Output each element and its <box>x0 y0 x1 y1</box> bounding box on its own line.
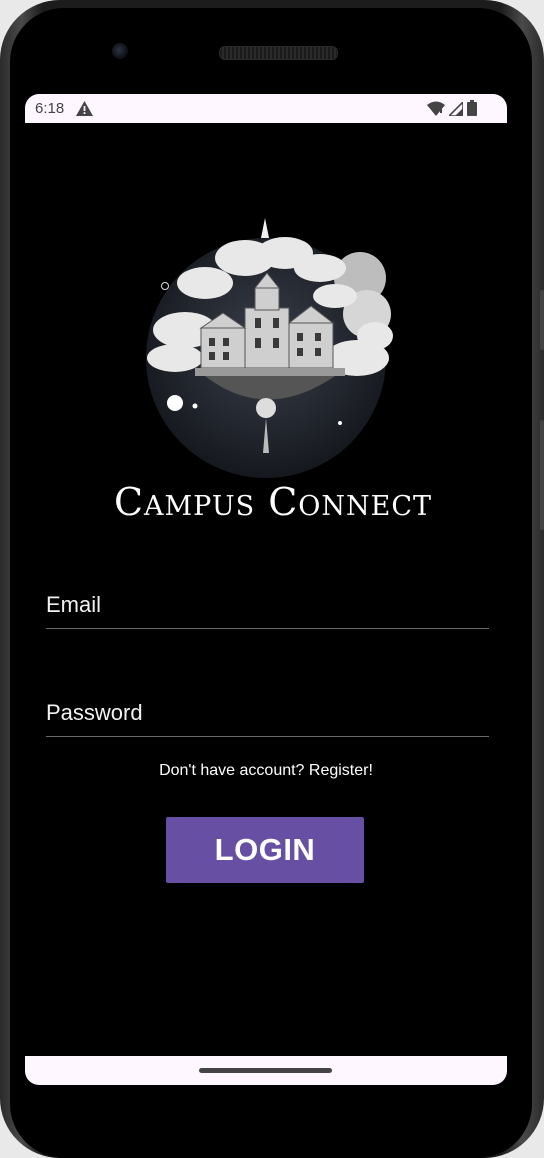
earpiece-speaker <box>219 46 338 60</box>
side-button <box>540 420 544 530</box>
side-button <box>540 290 544 350</box>
login-button[interactable]: LOGIN <box>166 817 364 883</box>
signal-icon <box>447 99 464 120</box>
battery-icon <box>467 100 477 120</box>
app-screen: 6:18 Campus Connect Email Don't have acc… <box>25 94 507 1085</box>
app-title: Campus Connect <box>113 480 433 524</box>
campus-logo <box>135 218 397 480</box>
wifi-icon <box>427 101 445 120</box>
email-field[interactable] <box>46 582 489 628</box>
register-link[interactable]: Don't have account? Register! <box>25 762 507 780</box>
front-camera <box>112 43 128 59</box>
status-icons <box>427 99 477 120</box>
status-bar: 6:18 <box>25 94 507 123</box>
email-field-container <box>46 582 489 629</box>
status-time: 6:18 <box>35 100 65 117</box>
navigation-bar <box>25 1056 507 1085</box>
password-field-container <box>46 690 489 737</box>
password-field[interactable] <box>46 690 489 736</box>
home-gesture-handle[interactable] <box>199 1068 332 1073</box>
warning-icon <box>76 101 93 120</box>
